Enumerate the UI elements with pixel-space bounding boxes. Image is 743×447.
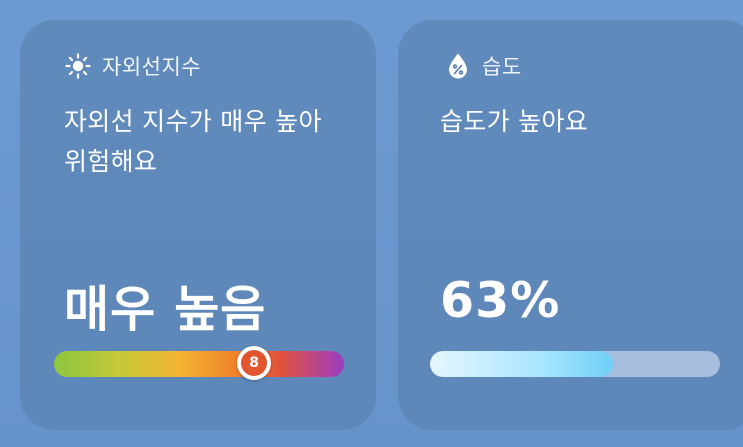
humidity-card[interactable]: 습도 습도가 높아요 63% xyxy=(398,20,743,430)
uv-index-marker: 8 xyxy=(237,346,272,380)
uv-index-card[interactable]: 자외선지수 자외선 지수가 매우 높아 위험해요 매우 높음 8 xyxy=(20,20,376,430)
sun-icon xyxy=(64,52,92,80)
uv-card-title: 자외선지수 xyxy=(102,55,202,79)
weather-widgets-screen: 자외선지수 자외선 지수가 매우 높아 위험해요 매우 높음 8 습도 습도가 … xyxy=(0,0,743,447)
uv-gradient-bar xyxy=(54,351,344,377)
humidity-progress-bar xyxy=(430,351,720,377)
uv-index-value: 8 xyxy=(241,350,268,376)
droplet-percent-icon xyxy=(444,52,472,80)
uv-card-header: 자외선지수 xyxy=(64,51,201,81)
uv-level-text: 매우 높음 xyxy=(64,281,267,338)
humidity-card-title: 습도 xyxy=(482,55,522,79)
humidity-progress-fill xyxy=(430,351,613,377)
humidity-card-header: 습도 xyxy=(444,51,522,81)
humidity-description: 습도가 높아요 xyxy=(440,107,589,136)
uv-description: 자외선 지수가 매우 높아 위험해요 xyxy=(64,107,322,176)
humidity-value: 63% xyxy=(440,272,561,329)
